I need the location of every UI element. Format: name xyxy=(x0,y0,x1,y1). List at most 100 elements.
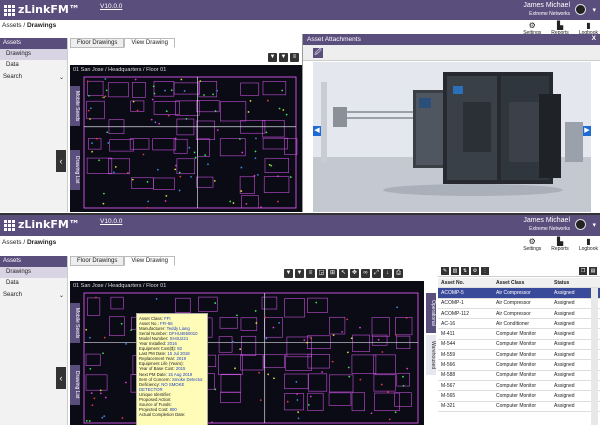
screenshot-bottom: zLinkFM™ V10.0.0 James Michael Extreme N… xyxy=(0,213,600,425)
pointer-icon[interactable]: ↖ xyxy=(339,269,348,278)
chevron-down-icon: ⌄ xyxy=(58,75,64,81)
sidebar-item-data[interactable]: Data xyxy=(0,60,67,71)
table-cell: M-588 xyxy=(441,372,456,379)
table-row[interactable]: ACOMP-5 Air Compressor Assigned xyxy=(438,288,600,299)
table-cell: ACOMP-112 xyxy=(441,310,469,317)
settings-icon[interactable]: ⚙ xyxy=(471,267,479,275)
breadcrumb-parent[interactable]: Assets xyxy=(2,22,22,29)
drawing-tabs: Floor Drawings View Drawing xyxy=(70,256,175,266)
tab-view-drawing[interactable]: View Drawing xyxy=(124,256,175,266)
layers-icon[interactable]: ≡ xyxy=(290,53,299,62)
sidebar: Assets Drawings Data Search ⌄ xyxy=(0,256,68,425)
fit-icon[interactable]: ⤢ xyxy=(372,269,381,278)
user-menu-caret-icon[interactable]: ▾ xyxy=(592,221,596,229)
table-cell: AC-16 xyxy=(441,320,456,327)
version-link[interactable]: V10.0.0 xyxy=(100,3,122,10)
table-row[interactable]: M-321 Computer Monitor Assigned xyxy=(438,401,600,412)
user-name: James Michael xyxy=(523,217,570,224)
delete-icon[interactable]: ▥ xyxy=(451,267,459,275)
floor-plan-canvas[interactable]: 01 San Jose / Headquarters / Floor 01 xyxy=(70,281,424,425)
breadcrumb-parent[interactable]: Assets xyxy=(2,239,22,246)
user-name: James Michael xyxy=(523,2,570,9)
collapse-sidebar-button[interactable]: ‹ xyxy=(56,367,66,389)
drawing-list-tab[interactable]: Drawing List xyxy=(70,150,80,190)
filter-icon[interactable]: ▼ xyxy=(284,269,293,278)
filter-clear-icon[interactable]: ▼ xyxy=(279,53,288,62)
warehoused-tab[interactable]: Warehoused xyxy=(426,335,436,375)
prev-image-button[interactable]: ◀ xyxy=(313,126,321,136)
download-icon[interactable]: ↓ xyxy=(383,269,392,278)
table-cell: M-565 xyxy=(441,392,456,399)
sidebar-header: Assets xyxy=(0,38,67,49)
next-image-button[interactable]: ▶ xyxy=(583,126,591,136)
mobile-seeds-tab[interactable]: Mobile Seeds xyxy=(70,303,80,343)
table-row[interactable]: M-566 Computer Monitor Assigned xyxy=(438,360,600,371)
sidebar-header: Assets xyxy=(0,256,67,267)
tooltip-row: Actual Completion Date: xyxy=(139,412,205,417)
column-header[interactable]: Status xyxy=(554,280,600,286)
pan-icon[interactable]: ✥ xyxy=(350,269,359,278)
link-icon[interactable]: ∞ xyxy=(361,269,370,278)
nav-settings[interactable]: ⚙ Settings xyxy=(523,237,541,253)
app-grid-icon[interactable] xyxy=(4,5,15,16)
version-link[interactable]: V10.0.0 xyxy=(100,218,122,225)
table-row[interactable]: ACOMP-112 Air Compressor Assigned xyxy=(438,308,600,320)
app-grid-icon[interactable] xyxy=(4,220,15,231)
select-icon[interactable]: ◲ xyxy=(317,269,326,278)
close-icon[interactable]: X xyxy=(592,35,596,42)
zoom-area-icon[interactable]: ⊞ xyxy=(328,269,337,278)
avatar[interactable] xyxy=(575,4,586,15)
drawing-toolbar: ▼ ▼ ≡ xyxy=(268,53,299,62)
table-row[interactable]: M-544 Computer Monitor Assigned xyxy=(438,339,600,351)
nav-logbook[interactable]: ▮ Logbook xyxy=(579,237,598,253)
more-icon[interactable]: ⋮ xyxy=(481,267,489,275)
sidebar-item-drawings[interactable]: Drawings xyxy=(0,267,67,278)
avatar[interactable] xyxy=(575,219,586,230)
user-menu-caret-icon[interactable]: ▾ xyxy=(592,6,596,14)
breadcrumb: Assets / Drawings xyxy=(2,22,56,29)
tab-floor-drawings[interactable]: Floor Drawings xyxy=(70,38,125,48)
edit-icon[interactable]: ✎ xyxy=(441,267,449,275)
breadcrumb: Assets / Drawings xyxy=(2,239,56,246)
sidebar-item-data[interactable]: Data xyxy=(0,278,67,289)
table-row[interactable]: AC-16 Air Conditioner Assigned xyxy=(438,319,600,330)
drawing-toolbar: ▼ ▼ ≡ ◲ ⊞ ↖ ✥ ∞ ⤢ ↓ ⎙ xyxy=(284,269,403,278)
sidebar-search[interactable]: Search ⌄ xyxy=(0,289,67,302)
copy-icon[interactable]: ❐ xyxy=(579,267,587,275)
table-cell: M-411 xyxy=(441,331,455,338)
sidebar-search[interactable]: Search ⌄ xyxy=(0,71,67,84)
tab-floor-drawings[interactable]: Floor Drawings xyxy=(70,256,125,266)
print-icon[interactable]: ⎙ xyxy=(394,269,403,278)
sort-icon[interactable]: ⇅ xyxy=(461,267,469,275)
nav-settings-label: Settings xyxy=(523,246,542,252)
sidebar-item-drawings[interactable]: Drawings xyxy=(0,49,67,60)
table-row[interactable]: M-567 Computer Monitor Assigned xyxy=(438,380,600,392)
floor-plan-canvas[interactable]: 01 San Jose / Headquarters / Floor 01 xyxy=(70,65,302,212)
table-row[interactable]: ACOMP-1 Air Compressor Assigned xyxy=(438,298,600,309)
drawing-tabs: Floor Drawings View Drawing xyxy=(70,38,175,48)
attachment-image xyxy=(313,62,591,212)
table-cell: ACOMP-1 xyxy=(441,300,464,307)
mobile-seeds-tab[interactable]: Mobile Seeds xyxy=(70,86,80,126)
attach-icon[interactable]: 🖉 xyxy=(313,48,323,58)
filter-icon[interactable]: ▼ xyxy=(268,53,277,62)
layers-icon[interactable]: ≡ xyxy=(306,269,315,278)
operational-tab[interactable]: Operational xyxy=(426,293,436,333)
sidebar-search-label: Search xyxy=(3,74,23,80)
filter-clear-icon[interactable]: ▼ xyxy=(295,269,304,278)
table-row[interactable]: M-565 Computer Monitor Assigned xyxy=(438,391,600,402)
table-cell: Computer Monitor xyxy=(496,351,537,358)
breadcrumb-current: Drawings xyxy=(26,239,57,246)
collapse-sidebar-button[interactable]: ‹ xyxy=(56,150,66,172)
pdf-icon[interactable]: ▤ xyxy=(589,267,597,275)
table-row[interactable]: M-588 Computer Monitor Assigned xyxy=(438,370,600,381)
column-header[interactable]: Asset No. xyxy=(438,280,496,286)
grid-scrollbar[interactable] xyxy=(591,288,598,425)
column-header[interactable]: Asset Class xyxy=(496,280,554,286)
tab-view-drawing[interactable]: View Drawing xyxy=(124,38,175,48)
table-row[interactable]: M-411 Computer Monitor Assigned xyxy=(438,329,600,340)
drawing-list-tab[interactable]: Drawing List xyxy=(70,365,80,405)
table-row[interactable]: M-559 Computer Monitor Assigned xyxy=(438,350,600,361)
nav-reports[interactable]: ▙ Reports xyxy=(551,237,569,253)
table-cell: M-544 xyxy=(441,341,456,348)
